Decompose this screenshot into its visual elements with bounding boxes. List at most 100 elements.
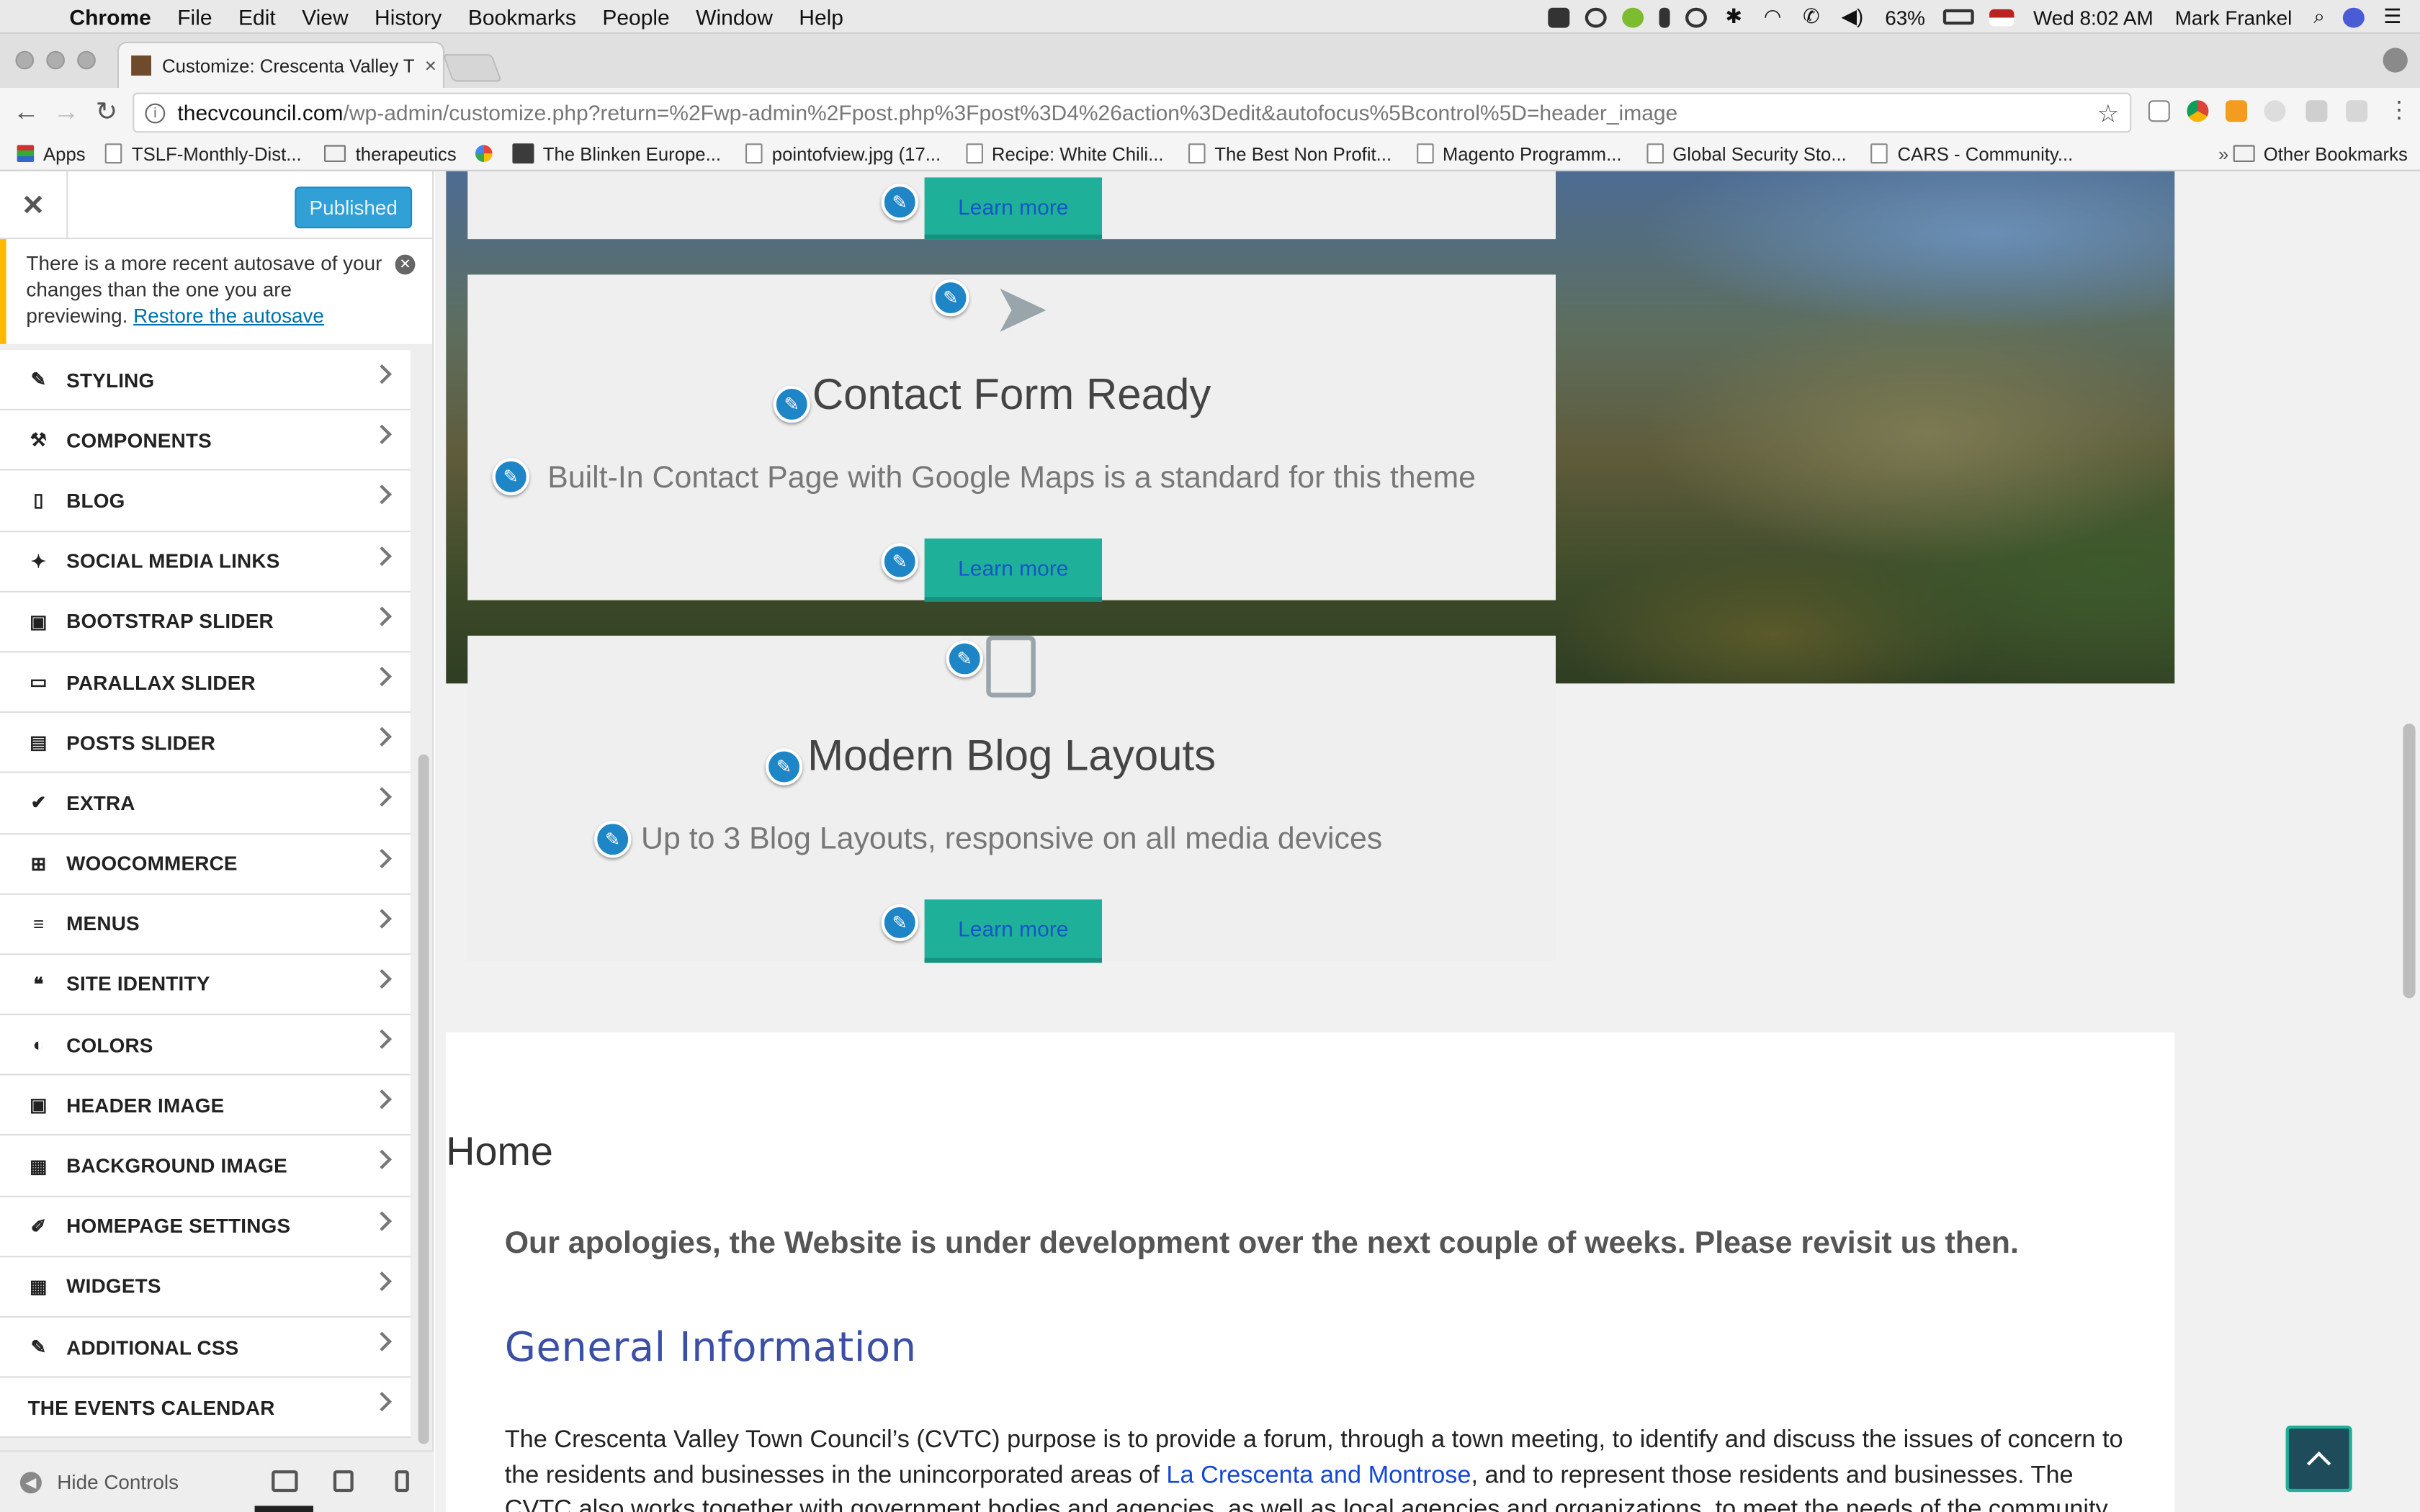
app-menu[interactable]: Chrome bbox=[69, 4, 151, 28]
menu-help[interactable]: Help bbox=[799, 4, 843, 28]
la-crescenta-link[interactable]: La Crescenta and Montrose bbox=[1166, 1462, 1471, 1488]
preview-scrollbar[interactable] bbox=[2403, 723, 2416, 999]
section-styling[interactable]: ✎ STYLING bbox=[0, 350, 411, 411]
edit-shortcut-icon[interactable]: ✎ bbox=[881, 543, 918, 580]
section-social-media-links[interactable]: ✦ SOCIAL MEDIA LINKS bbox=[0, 531, 411, 593]
battery-icon[interactable] bbox=[1943, 9, 1975, 25]
battery-percent[interactable]: 63% bbox=[1885, 6, 1925, 29]
section-widgets[interactable]: ▦ WIDGETS bbox=[0, 1257, 411, 1318]
bookmark-item[interactable]: pointofview.jpg (17... bbox=[745, 143, 941, 164]
section-additional-css[interactable]: ✎ ADDITIONAL CSS bbox=[0, 1318, 411, 1378]
bookmark-google[interactable] bbox=[475, 145, 501, 162]
section-homepage-settings[interactable]: ✐ HOMEPAGE SETTINGS bbox=[0, 1197, 411, 1258]
restore-autosave-link[interactable]: Restore the autosave bbox=[133, 304, 324, 327]
back-to-top-button[interactable] bbox=[2285, 1425, 2352, 1493]
menu-edit[interactable]: Edit bbox=[238, 4, 276, 28]
section-bootstrap-slider[interactable]: ▣ BOOTSTRAP SLIDER bbox=[0, 592, 411, 653]
app-status-icon[interactable] bbox=[1621, 6, 1644, 27]
notification-center-icon[interactable]: ☰ bbox=[2383, 4, 2401, 29]
close-tab-icon[interactable]: × bbox=[418, 54, 443, 77]
bookmark-item[interactable]: CARS - Community... bbox=[1871, 143, 2073, 164]
section-posts-slider[interactable]: ▤ POSTS SLIDER bbox=[0, 713, 411, 774]
hide-controls-button[interactable]: Hide Controls bbox=[57, 1470, 179, 1493]
extension-g-icon[interactable] bbox=[2305, 100, 2328, 122]
learn-more-button[interactable]: Learn more bbox=[924, 538, 1102, 602]
address-bar[interactable]: i thecvcouncil.com /wp-admin/customize.p… bbox=[133, 92, 2132, 133]
siri-icon[interactable] bbox=[2343, 6, 2365, 27]
section-woocommerce[interactable]: ⊞ WOOCOMMERCE bbox=[0, 834, 411, 895]
sync-icon[interactable] bbox=[1585, 6, 1607, 27]
spotlight-icon[interactable]: ⌕ bbox=[2313, 4, 2325, 29]
extension-chart-icon[interactable] bbox=[2226, 100, 2247, 122]
chrome-menu-icon[interactable]: ⋮ bbox=[2388, 98, 2411, 123]
minimize-window-icon[interactable] bbox=[46, 50, 65, 70]
extension-chrome-icon[interactable] bbox=[2187, 100, 2209, 122]
menu-history[interactable]: History bbox=[375, 4, 442, 28]
section-blog[interactable]: ▯ BLOG bbox=[0, 471, 411, 532]
extension-r-icon[interactable] bbox=[2346, 100, 2368, 122]
section-extra[interactable]: ✔ EXTRA bbox=[0, 773, 411, 834]
edit-shortcut-icon[interactable]: ✎ bbox=[932, 279, 969, 317]
menu-view[interactable]: View bbox=[302, 4, 348, 28]
battery-app-icon[interactable] bbox=[1659, 6, 1670, 27]
tab-customize[interactable]: Customize: Crescenta Valley T × bbox=[117, 41, 445, 89]
edit-shortcut-icon[interactable]: ✎ bbox=[765, 748, 803, 786]
edit-shortcut-icon[interactable]: ✎ bbox=[773, 385, 810, 423]
menu-file[interactable]: File bbox=[177, 4, 212, 28]
user-name[interactable]: Mark Frankel bbox=[2175, 6, 2293, 29]
volume-icon[interactable]: ◀) bbox=[1841, 4, 1863, 29]
bookmark-item[interactable]: TSLF-Monthly-Dist... bbox=[105, 143, 302, 164]
section-parallax-slider[interactable]: ▭ PARALLAX SLIDER bbox=[0, 652, 411, 714]
profile-icon[interactable] bbox=[2383, 48, 2408, 73]
phone-icon[interactable]: ✆ bbox=[1803, 4, 1819, 29]
section-the-events-calendar[interactable]: THE EVENTS CALENDAR bbox=[0, 1377, 411, 1439]
desktop-preview-icon[interactable] bbox=[272, 1470, 298, 1493]
learn-more-button[interactable]: Learn more bbox=[924, 899, 1102, 963]
camera-icon[interactable] bbox=[1548, 6, 1570, 27]
apple-icon[interactable] bbox=[30, 4, 51, 28]
flag-icon[interactable] bbox=[1989, 8, 2015, 26]
extension-ip-icon[interactable] bbox=[2148, 100, 2170, 122]
edit-shortcut-icon[interactable]: ✎ bbox=[881, 183, 918, 221]
section-header-image[interactable]: ▣ HEADER IMAGE bbox=[0, 1076, 411, 1137]
menu-people[interactable]: People bbox=[602, 4, 669, 28]
tablet-preview-icon[interactable] bbox=[333, 1470, 354, 1493]
extension-circle-icon[interactable] bbox=[2264, 100, 2286, 122]
section-background-image[interactable]: ▦ BACKGROUND IMAGE bbox=[0, 1136, 411, 1197]
section-components[interactable]: ⚒ COMPONENTS bbox=[0, 410, 411, 472]
section-menus[interactable]: ≡ MENUS bbox=[0, 894, 411, 955]
other-bookmarks-folder[interactable]: Other Bookmarks bbox=[2232, 143, 2408, 164]
close-window-icon[interactable] bbox=[15, 50, 35, 70]
menu-window[interactable]: Window bbox=[696, 4, 773, 28]
site-info-icon[interactable]: i bbox=[145, 102, 166, 123]
dismiss-notice-icon[interactable]: ✕ bbox=[395, 254, 416, 275]
new-tab-button[interactable] bbox=[442, 54, 503, 82]
bookmark-item[interactable]: Recipe: White Chili... bbox=[965, 143, 1164, 164]
edit-shortcut-icon[interactable]: ✎ bbox=[881, 904, 918, 942]
wifi-icon[interactable]: ◠ bbox=[1764, 4, 1781, 29]
edit-shortcut-icon[interactable]: ✎ bbox=[492, 458, 529, 495]
section-colors[interactable]: ◐ COLORS bbox=[0, 1015, 411, 1076]
bookmark-item[interactable]: Global Security Sto... bbox=[1646, 143, 1847, 164]
bluetooth-icon[interactable]: ✱ bbox=[1725, 4, 1742, 29]
bookmark-folder[interactable]: therapeutics bbox=[324, 143, 457, 164]
sidebar-scrollbar[interactable] bbox=[418, 754, 429, 1444]
edit-shortcut-icon[interactable]: ✎ bbox=[594, 821, 632, 858]
zoom-window-icon[interactable] bbox=[77, 50, 96, 70]
close-customizer-icon[interactable]: ✕ bbox=[0, 170, 68, 239]
bookmark-item[interactable]: The Blinken Europe... bbox=[511, 143, 721, 164]
time-machine-icon[interactable] bbox=[1685, 6, 1707, 27]
section-site-identity[interactable]: ❝ SITE IDENTITY bbox=[0, 955, 411, 1016]
learn-more-button[interactable]: Learn more bbox=[924, 177, 1102, 240]
bookmark-item[interactable]: Magento Programm... bbox=[1416, 143, 1622, 164]
clock[interactable]: Wed 8:02 AM bbox=[2033, 6, 2154, 29]
edit-shortcut-icon[interactable]: ✎ bbox=[946, 640, 983, 678]
hide-controls-icon[interactable]: ◀ bbox=[19, 1471, 42, 1493]
bookmark-apps[interactable]: Apps bbox=[17, 143, 86, 164]
bookmark-item[interactable]: The Best Non Profit... bbox=[1188, 143, 1392, 164]
menu-bookmarks[interactable]: Bookmarks bbox=[468, 4, 576, 28]
forward-icon[interactable]: → bbox=[46, 97, 86, 128]
publish-button[interactable]: Published bbox=[295, 186, 413, 229]
mobile-preview-icon[interactable] bbox=[395, 1470, 409, 1493]
back-icon[interactable]: ← bbox=[6, 97, 47, 128]
